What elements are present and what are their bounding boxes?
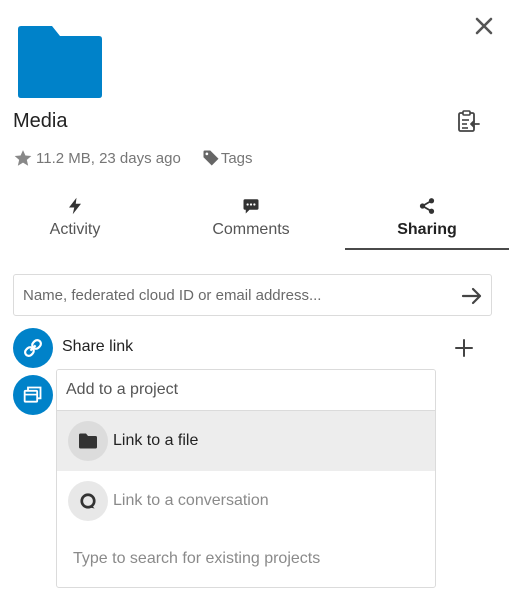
size-age-text: 11.2 MB, 23 days ago — [36, 149, 181, 167]
tab-activity[interactable]: Activity — [0, 188, 157, 250]
plus-icon[interactable] — [452, 336, 476, 360]
share-link-avatar — [13, 328, 53, 368]
star-icon[interactable] — [13, 148, 33, 168]
project-search-input[interactable] — [57, 370, 435, 411]
option-link-to-file[interactable]: Link to a file — [57, 411, 435, 471]
tab-label: Activity — [49, 221, 101, 238]
option-link-to-conversation[interactable]: Link to a conversation — [57, 471, 435, 531]
option-avatar — [68, 481, 108, 521]
file-title: Media — [13, 110, 68, 132]
option-label: Link to a file — [113, 432, 199, 449]
option-avatar — [68, 421, 108, 461]
projects-icon — [23, 386, 42, 403]
tab-bar: Activity Comments Sharing — [0, 188, 509, 250]
talk-icon — [80, 493, 96, 509]
active-tab-indicator — [345, 248, 509, 250]
share-link-label: Share link — [62, 338, 134, 355]
share-search-input[interactable] — [14, 275, 454, 315]
project-dropdown: Link to a file Link to a conversation Ty… — [56, 369, 436, 588]
share-icon — [419, 198, 435, 214]
file-meta: 11.2 MB, 23 days ago Tags — [13, 148, 253, 168]
arrow-right-icon[interactable] — [460, 284, 484, 308]
tags-link[interactable]: Tags — [202, 149, 253, 167]
search-hint: Type to search for existing projects — [73, 550, 321, 567]
share-search-box — [13, 274, 492, 316]
clipboard-icon[interactable] — [455, 109, 481, 135]
tags-label: Tags — [220, 149, 253, 167]
link-icon — [24, 339, 42, 357]
tab-label: Comments — [212, 221, 290, 238]
option-label: Link to a conversation — [113, 492, 269, 509]
tab-comments[interactable]: Comments — [169, 188, 333, 250]
lightning-icon — [69, 197, 81, 215]
tab-sharing[interactable]: Sharing — [345, 188, 509, 250]
tag-icon — [203, 150, 219, 166]
close-icon[interactable] — [472, 14, 496, 38]
project-avatar — [13, 375, 53, 415]
tab-label: Sharing — [397, 221, 457, 238]
comment-icon — [243, 199, 259, 214]
folder-icon — [79, 433, 97, 449]
folder-icon — [18, 26, 102, 98]
